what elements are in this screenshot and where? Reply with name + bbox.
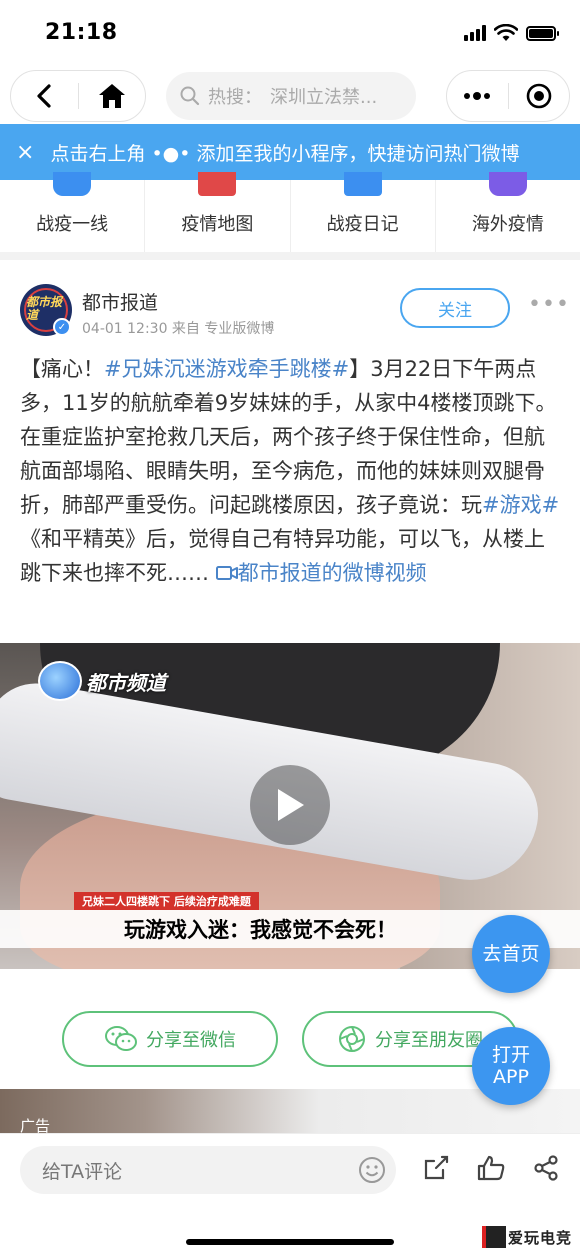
share-wechat-button[interactable]: 分享至微信 — [62, 1011, 278, 1067]
channel-name: 都市频道 — [86, 670, 166, 695]
follow-button[interactable]: 关注 — [400, 288, 510, 328]
quick-link-map[interactable]: 疫情地图 — [145, 172, 291, 252]
diary-icon — [343, 172, 382, 196]
share-icon[interactable] — [532, 1154, 560, 1182]
video-link-text: 都市报道的微博视频 — [237, 561, 427, 585]
go-home-fab[interactable]: 去首页 — [472, 915, 550, 993]
more-menu-button[interactable] — [447, 71, 508, 121]
quick-link-label: 战疫一线 — [36, 214, 109, 235]
target-close-icon — [526, 83, 552, 109]
share-wechat-label: 分享至微信 — [146, 1030, 236, 1051]
post-header: 都市报道 ✓ 都市报道 04-01 12:30 来自 专业版微博 关注 ••• — [0, 270, 580, 350]
post-meta: 04-01 12:30 来自 专业版微博 — [82, 321, 275, 337]
wechat-icon — [105, 1026, 137, 1051]
play-button[interactable] — [250, 765, 330, 845]
cellular-signal-icon — [464, 25, 486, 41]
more-dots-icon — [464, 92, 491, 100]
map-icon — [198, 172, 237, 196]
globe-icon — [488, 172, 527, 196]
status-bar: 21:18 — [0, 0, 580, 66]
watermark-text: 爱玩电竞 — [507, 1228, 572, 1247]
post-actions — [422, 1154, 560, 1182]
search-prefix: 热搜： — [208, 87, 262, 108]
close-miniprogram-button[interactable] — [509, 71, 570, 121]
home-icon — [98, 84, 125, 108]
capsule-menu — [446, 70, 570, 122]
quick-link-label: 战疫日记 — [326, 214, 399, 235]
nav-bar: 热搜： 深圳立法禁... — [0, 68, 580, 124]
verified-badge-icon: ✓ — [53, 318, 71, 336]
channel-logo: 都市频道 — [38, 661, 166, 701]
status-time: 21:18 — [45, 20, 118, 45]
video-caption-small: 兄妹二人四楼跳下 后续治疗成难题 — [74, 892, 259, 910]
search-icon — [180, 86, 200, 106]
shield-icon — [53, 172, 92, 196]
open-app-line2: APP — [493, 1066, 529, 1088]
open-app-line1: 打开 — [491, 1044, 530, 1066]
share-moments-label: 分享至朋友圈 — [375, 1030, 483, 1051]
banner-text: 点击右上角 •●• 添加至我的小程序，快捷访问热门微博 — [50, 142, 520, 165]
home-indicator — [186, 1239, 394, 1245]
chevron-left-icon — [37, 84, 51, 108]
video-link[interactable]: 都市报道的微博视频 — [215, 561, 427, 585]
banner-close-icon[interactable]: × — [16, 140, 34, 165]
emoji-icon[interactable] — [358, 1156, 386, 1184]
author-name[interactable]: 都市报道 — [82, 288, 158, 315]
hashtag-link[interactable]: #兄妹沉迷游戏牵手跳楼# — [104, 357, 349, 381]
moments-icon — [339, 1026, 365, 1052]
video-link-icon — [215, 566, 238, 580]
open-app-fab[interactable]: 打开 APP — [472, 1027, 550, 1105]
ad-label: 广告 — [20, 1117, 51, 1133]
quick-link-overseas[interactable]: 海外疫情 — [436, 172, 580, 252]
nav-left-capsule — [10, 70, 146, 122]
comment-placeholder: 给TA评论 — [42, 1160, 123, 1183]
wifi-icon — [494, 24, 518, 41]
watermark-logo-icon — [481, 1226, 506, 1248]
battery-icon — [526, 25, 559, 41]
back-button[interactable] — [11, 71, 78, 121]
quick-link-diary[interactable]: 战疫日记 — [291, 172, 436, 252]
watermark: 爱玩电竞 — [477, 1224, 576, 1250]
post-text-part: 【痛心！ — [20, 357, 104, 381]
comment-input[interactable]: 给TA评论 — [20, 1146, 396, 1194]
post-text-part: 】3月22日下午两点多，11岁的航航牵着9岁妹妹的手，从家中4楼楼顶跳下。在重症… — [20, 357, 557, 517]
search-hot-text: 深圳立法禁... — [270, 87, 378, 108]
post-text: 【痛心！#兄妹沉迷游戏牵手跳楼#】3月22日下午两点多，11岁的航航牵着9岁妹妹… — [20, 352, 560, 590]
repost-icon[interactable] — [422, 1154, 450, 1182]
post-more-icon[interactable]: ••• — [528, 292, 570, 317]
play-icon — [278, 789, 304, 821]
bottom-bar: 给TA评论 爱玩电竞 — [0, 1133, 580, 1255]
status-icons — [464, 24, 559, 42]
home-button[interactable] — [79, 71, 146, 121]
search-bar[interactable]: 热搜： 深圳立法禁... — [166, 72, 416, 120]
like-icon[interactable] — [476, 1154, 506, 1182]
hashtag-link[interactable]: #游戏# — [482, 493, 559, 517]
quick-link-frontline[interactable]: 战疫一线 — [0, 172, 146, 252]
quick-link-label: 疫情地图 — [181, 214, 254, 235]
quick-links-bar: 战疫一线 疫情地图 战疫日记 海外疫情 — [0, 172, 580, 260]
channel-logo-icon — [38, 661, 82, 701]
quick-link-label: 海外疫情 — [471, 214, 544, 235]
